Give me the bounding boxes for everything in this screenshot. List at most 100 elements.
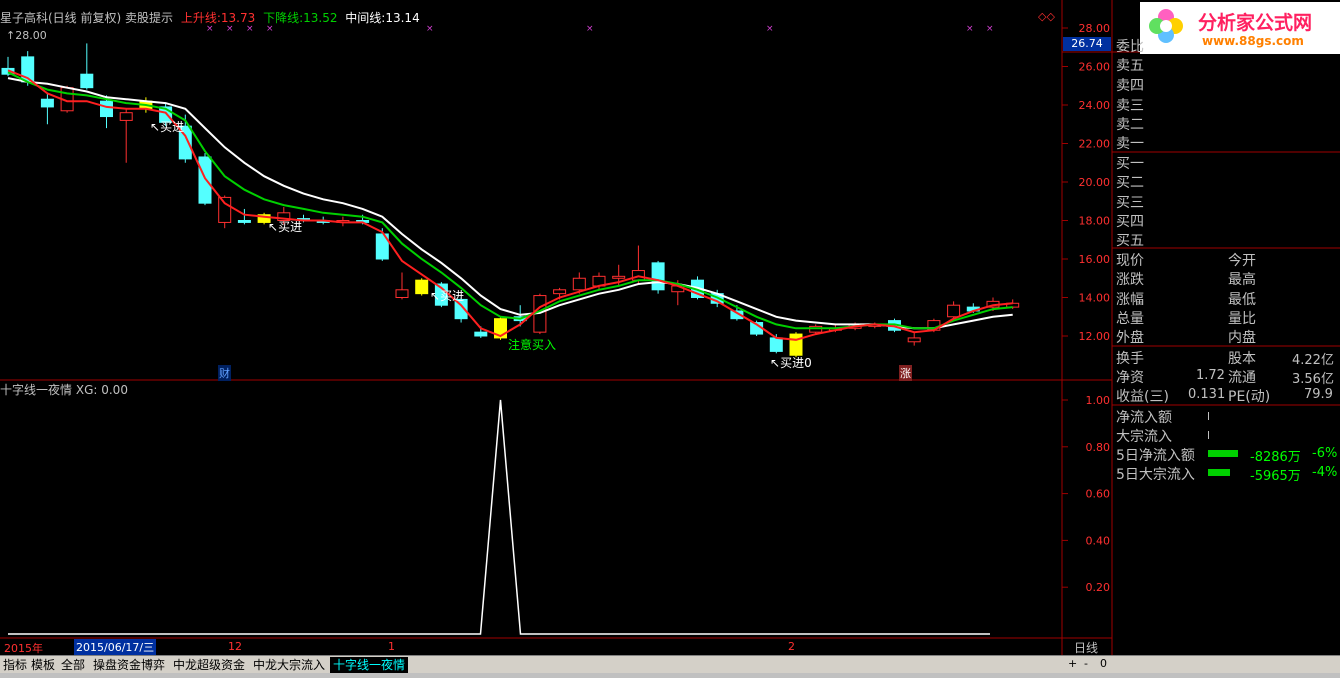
turnover-label: 换手 — [1116, 351, 1144, 367]
flower-icon — [1146, 6, 1186, 46]
candle-body — [907, 337, 921, 343]
tab-super-capital[interactable]: 中龙超级资金 — [170, 657, 248, 673]
quote-ratio: 量比 — [1228, 311, 1256, 327]
share-capital-value: 4.22亿 — [1292, 353, 1334, 368]
price-tick-label: 20.00 — [1079, 176, 1111, 189]
max-marker-value: 28.00 — [15, 29, 47, 42]
sell-5: 卖五 — [1116, 58, 1144, 74]
mid-line-label: 中间线: — [345, 11, 386, 25]
current-price-tag: 26.74 — [1063, 37, 1111, 51]
candle-body — [553, 289, 567, 295]
cai-badge[interactable]: 财 — [218, 365, 231, 381]
candle-body — [415, 279, 429, 295]
lower-tick-label: 1.00 — [1086, 394, 1111, 407]
net-inflow-5d-pct: -6% — [1312, 446, 1338, 461]
max-marker: ↑28.00 — [6, 29, 47, 42]
net-asset-value: 1.72 — [1196, 368, 1225, 383]
eps-value: 0.131 — [1188, 387, 1226, 402]
tab-block-inflow[interactable]: 中龙大宗流入 — [250, 657, 328, 673]
candle-body — [769, 337, 783, 352]
block-inflow-5d-value: -5965万 — [1250, 469, 1301, 484]
sell-2: 卖二 — [1116, 117, 1144, 133]
lower-tick-label: 0.20 — [1086, 581, 1111, 594]
chart-title: 星子高科(日线 前复权) 卖股提示 — [0, 11, 173, 25]
quote-change: 涨跌 — [1116, 272, 1144, 288]
zoom-reset-button[interactable]: 0 — [1100, 657, 1107, 670]
time-axis: 2015年 2015/06/17/三 12 1 2 — [0, 639, 1062, 655]
svg-text:×: × — [586, 24, 594, 34]
net-inflow-label: 净流入额 — [1116, 410, 1172, 426]
svg-text:×: × — [426, 24, 434, 34]
price-tick-label: 28.00 — [1079, 22, 1111, 35]
zoom-out-button[interactable]: - — [1084, 657, 1088, 670]
tab-capital-game[interactable]: 操盘资金博弈 — [90, 657, 168, 673]
mid-line — [7, 77, 1013, 330]
sell-4: 卖四 — [1116, 78, 1144, 94]
buy-1: 买一 — [1116, 156, 1144, 172]
quote-change-pct: 涨幅 — [1116, 292, 1144, 308]
buy-2: 买二 — [1116, 175, 1144, 191]
candles — [1, 43, 1020, 358]
quote-price: 现价 — [1116, 253, 1144, 269]
chart-header: 星子高科(日线 前复权) 卖股提示 上升线:13.73 下降线:13.52 中间… — [0, 9, 420, 26]
indicator-name: 十字线一夜情 — [0, 383, 73, 397]
period-label[interactable]: 日线 — [1074, 639, 1098, 656]
buy-label: 买进 — [160, 120, 185, 134]
tab-cross-night[interactable]: 十字线一夜情 — [330, 657, 409, 673]
up-line — [7, 69, 1013, 341]
candle-body — [612, 275, 626, 279]
svg-text:×: × — [986, 24, 994, 34]
share-capital-label: 股本 — [1228, 351, 1256, 367]
candle-body — [789, 333, 803, 356]
buy-value-label: 买进0 — [780, 356, 812, 370]
block-inflow-label: 大宗流入 — [1116, 429, 1172, 445]
tab-template[interactable]: 模板 — [28, 657, 58, 673]
net-inflow-5d-label: 5日净流入额 — [1116, 448, 1195, 464]
buy-annotation-2: ↖买进 — [268, 220, 303, 234]
quote-inner: 内盘 — [1228, 330, 1256, 346]
buy-annotation-3: ↖买进 — [430, 289, 465, 303]
site-logo: 分析家公式网 www.88gs.com — [1140, 2, 1340, 54]
candle-body — [40, 98, 54, 108]
quote-low: 最低 — [1228, 292, 1256, 308]
block-inflow-5d-label: 5日大宗流入 — [1116, 467, 1195, 483]
net-asset-label: 净资 — [1116, 370, 1144, 386]
xg-value: 0.00 — [101, 383, 128, 397]
time-label-2: 2 — [788, 640, 795, 653]
tab-all[interactable]: 全部 — [58, 657, 88, 673]
quote-high: 最高 — [1228, 272, 1256, 288]
xg-line — [8, 399, 990, 635]
down-line-value: 13.52 — [303, 11, 338, 25]
candle-body — [395, 289, 409, 298]
candle-body — [80, 73, 94, 89]
lower-tick-label: 0.80 — [1086, 441, 1111, 454]
candle-body — [572, 277, 586, 291]
time-label-12: 12 — [228, 640, 242, 653]
up-line-value: 13.73 — [220, 11, 256, 25]
zoom-controls: + - 0 — [1064, 656, 1112, 672]
attention-annotation: 注意买入 — [508, 338, 557, 352]
mid-line-value: 13.14 — [385, 11, 420, 25]
logo-title: 分析家公式网 — [1198, 12, 1313, 34]
zhang-badge[interactable]: 涨 — [899, 365, 912, 381]
svg-text:×: × — [966, 24, 974, 34]
buy-4: 买四 — [1116, 214, 1144, 230]
buy-annotation-4: ↖买进0 — [770, 356, 812, 370]
zoom-in-button[interactable]: + — [1068, 657, 1077, 670]
tab-indicator[interactable]: 指标 — [0, 657, 30, 673]
candle-body — [474, 331, 488, 337]
quote-open: 今开 — [1228, 253, 1256, 269]
pe-label: PE(动) — [1228, 389, 1271, 405]
pe-value: 79.9 — [1304, 387, 1333, 402]
price-tick-label: 14.00 — [1079, 292, 1111, 305]
eps-label: 收益(三) — [1116, 389, 1169, 405]
price-tick-label: 16.00 — [1079, 253, 1111, 266]
svg-text:×: × — [766, 24, 774, 34]
candle-body — [651, 262, 665, 291]
net-inflow-5d-bar — [1208, 450, 1238, 457]
weibi-label: 委比 — [1116, 39, 1144, 55]
float-value: 3.56亿 — [1292, 372, 1334, 387]
price-tick-label: 12.00 — [1079, 330, 1111, 343]
time-label-cursor: 2015/06/17/三 — [74, 639, 157, 655]
candle-body — [237, 220, 251, 223]
